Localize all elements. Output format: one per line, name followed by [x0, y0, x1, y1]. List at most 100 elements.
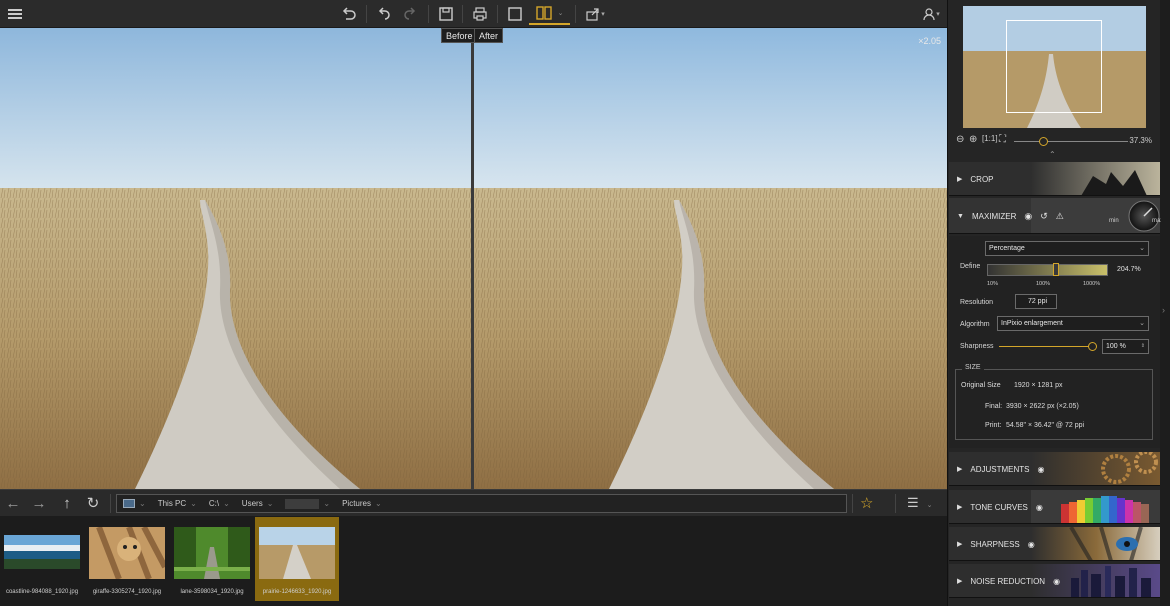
section-sharpness-label: SHARPNESS [970, 539, 1020, 549]
redo-icon[interactable] [398, 3, 422, 25]
film-thumb[interactable]: coastline-984088_1920.jpg [0, 517, 84, 601]
top-toolbar: ⌄ ▾ ▾ [0, 0, 947, 28]
collapse-chevron-icon[interactable]: ⌃ [1049, 150, 1056, 159]
save-icon[interactable] [434, 3, 458, 25]
stepper-icon[interactable]: ⇕ [1141, 340, 1145, 353]
revert-icon[interactable] [337, 3, 361, 25]
before-tooltip: Before [441, 28, 478, 43]
scale-tick-10: 10% [987, 281, 999, 287]
define-slider[interactable] [987, 263, 1108, 276]
warning-icon[interactable]: ⚠ [1056, 211, 1064, 222]
chevron-down-icon: ⌄ [1139, 320, 1145, 327]
zoom-out-icon[interactable]: ⊖ [956, 134, 964, 145]
back-arrow-icon[interactable]: ← [2, 493, 24, 513]
original-size-label: Original Size [961, 382, 1001, 389]
pencils-art [1031, 490, 1161, 523]
view-options-icon[interactable]: ☰ ⌄ [907, 495, 933, 511]
sharpness-label: Sharpness [960, 343, 994, 350]
menu-icon[interactable] [3, 3, 27, 25]
share-icon[interactable]: ▾ [581, 3, 609, 25]
fit-screen-icon[interactable]: ⛶ [999, 134, 1006, 145]
visibility-eye-icon[interactable]: ◉ [1028, 540, 1035, 549]
chevron-down-icon[interactable]: ⌄ [558, 9, 564, 17]
image-viewer[interactable]: ×2.05 [0, 28, 947, 489]
tiger-eye-art [1031, 527, 1161, 560]
section-tone-curves[interactable]: ▶ TONE CURVES ◉ [949, 490, 1161, 524]
navigator-viewport-frame[interactable] [1006, 20, 1102, 113]
mode-select-value: Percentage [989, 245, 1025, 252]
zoom-slider-handle[interactable] [1039, 137, 1048, 146]
sharpness-input[interactable]: 100 % ⇕ [1102, 339, 1149, 354]
film-thumb-caption: giraffe-3305274_1920.jpg [92, 589, 162, 595]
print-icon[interactable] [468, 3, 492, 25]
breadcrumb[interactable]: ⌄ This PC ⌄ C:\ ⌄ Users ⌄ ⌄ Pictures ⌄ [116, 494, 847, 513]
resolution-input[interactable]: 72 ppi [1015, 294, 1057, 309]
zoom-factor-label: ×2.05 [918, 36, 941, 46]
zoom-controls: ⊖ ⊕ [1:1] ⛶ 37.3% [956, 134, 1156, 150]
account-icon[interactable]: ▾ [918, 3, 944, 25]
after-image: ×2.05 [474, 28, 947, 489]
original-size-value: 1920 × 1281 px [1014, 382, 1063, 389]
expand-triangle-icon: ▶ [957, 578, 963, 585]
single-view-icon[interactable] [503, 3, 527, 25]
split-view-icon[interactable]: ⌄ [529, 3, 570, 25]
sharpness-value: 100 % [1106, 343, 1126, 350]
mode-select[interactable]: Percentage ⌄ [985, 241, 1149, 256]
expand-triangle-icon: ▶ [957, 176, 963, 183]
print-size-value: 54.58" × 36.42" @ 72 ppi [1006, 422, 1085, 429]
zoom-slider-track[interactable] [1014, 141, 1128, 142]
forward-arrow-icon[interactable]: → [28, 493, 50, 513]
section-adjustments-label: ADJUSTMENTS [970, 464, 1030, 474]
before-image [0, 28, 471, 489]
collapse-triangle-icon: ▼ [957, 212, 964, 220]
film-thumb[interactable]: giraffe-3305274_1920.jpg [85, 517, 169, 601]
define-slider-handle[interactable] [1053, 263, 1059, 276]
breadcrumb-this-pc[interactable]: This PC ⌄ [152, 499, 203, 508]
visibility-eye-icon[interactable]: ◉ [1024, 211, 1032, 222]
print-size-label: Print: [985, 422, 1002, 429]
film-thumb-caption: prairie-1246633_1920.jpg [262, 589, 332, 595]
path-bar: ← → ↑ ↻ ⌄ This PC ⌄ C:\ ⌄ Users ⌄ ⌄ Picture… [0, 489, 947, 516]
breadcrumb-users[interactable]: Users ⌄ [236, 499, 280, 508]
undo-icon[interactable] [372, 3, 396, 25]
zoom-in-icon[interactable]: ⊕ [969, 134, 977, 145]
visibility-eye-icon[interactable]: ◉ [1053, 577, 1060, 586]
section-crop[interactable]: ▶ CROP [949, 162, 1161, 196]
zoom-percent: 37.3% [1129, 136, 1152, 145]
crop-hands-art [1031, 162, 1161, 195]
breadcrumb-pictures[interactable]: Pictures ⌄ [336, 499, 388, 508]
section-adjustments[interactable]: ▶ ADJUSTMENTS ◉ [949, 452, 1161, 486]
section-sharpness[interactable]: ▶ SHARPNESS ◉ [949, 527, 1161, 561]
sharpness-slider-handle[interactable] [1088, 342, 1097, 351]
breadcrumb-c-drive[interactable]: C:\ ⌄ [203, 499, 236, 508]
film-thumb-caption: coastline-984088_1920.jpg [5, 589, 79, 595]
scale-tick-1000: 1000% [1083, 281, 1101, 287]
film-thumb-caption: lane-3598034_1920.jpg [180, 589, 244, 595]
up-arrow-icon[interactable]: ↑ [56, 493, 78, 513]
right-panel: ⊖ ⊕ [1:1] ⛶ 37.3% ⌃ ▶ CROP ▼ MAXIMIZER ◉ … [947, 0, 1161, 606]
panel-collapse-strip[interactable]: › [1160, 0, 1170, 606]
section-noise-reduction[interactable]: ▶ NOISE REDUCTION ◉ [949, 564, 1161, 598]
navigator-thumbnail[interactable] [963, 6, 1146, 128]
breadcrumb-user-redacted[interactable]: ⌄ [279, 498, 336, 509]
maximizer-body: Percentage ⌄ Define 204.7% 10% 100% 1000%… [949, 236, 1161, 448]
dial-max-label: max [1152, 218, 1161, 224]
sharpness-slider-track[interactable] [999, 346, 1092, 347]
reset-icon[interactable]: ↺ [1040, 211, 1048, 222]
dial-min-label: min [1109, 218, 1119, 224]
actual-size-icon[interactable]: [1:1] [982, 134, 998, 143]
resolution-label: Resolution [960, 299, 994, 306]
film-thumb[interactable]: lane-3598034_1920.jpg [170, 517, 254, 601]
final-size-value: 3930 × 2622 px (×2.05) [1006, 403, 1079, 410]
algorithm-select[interactable]: InPixio enlargement ⌄ [997, 316, 1149, 331]
film-thumb-selected[interactable]: prairie-1246633_1920.jpg [255, 517, 339, 601]
visibility-eye-icon[interactable]: ◉ [1038, 465, 1045, 474]
section-maximizer[interactable]: ▼ MAXIMIZER ◉ ↺ ⚠ min max [949, 198, 1161, 234]
scale-tick-100: 100% [1036, 281, 1051, 287]
chevron-right-icon[interactable]: › [1162, 305, 1165, 315]
drive-icon[interactable]: ⌄ [117, 499, 152, 508]
define-label: Define [960, 263, 981, 270]
refresh-icon[interactable]: ↻ [82, 493, 104, 513]
visibility-eye-icon[interactable]: ◉ [1036, 503, 1043, 512]
star-icon[interactable]: ☆ [860, 494, 873, 512]
